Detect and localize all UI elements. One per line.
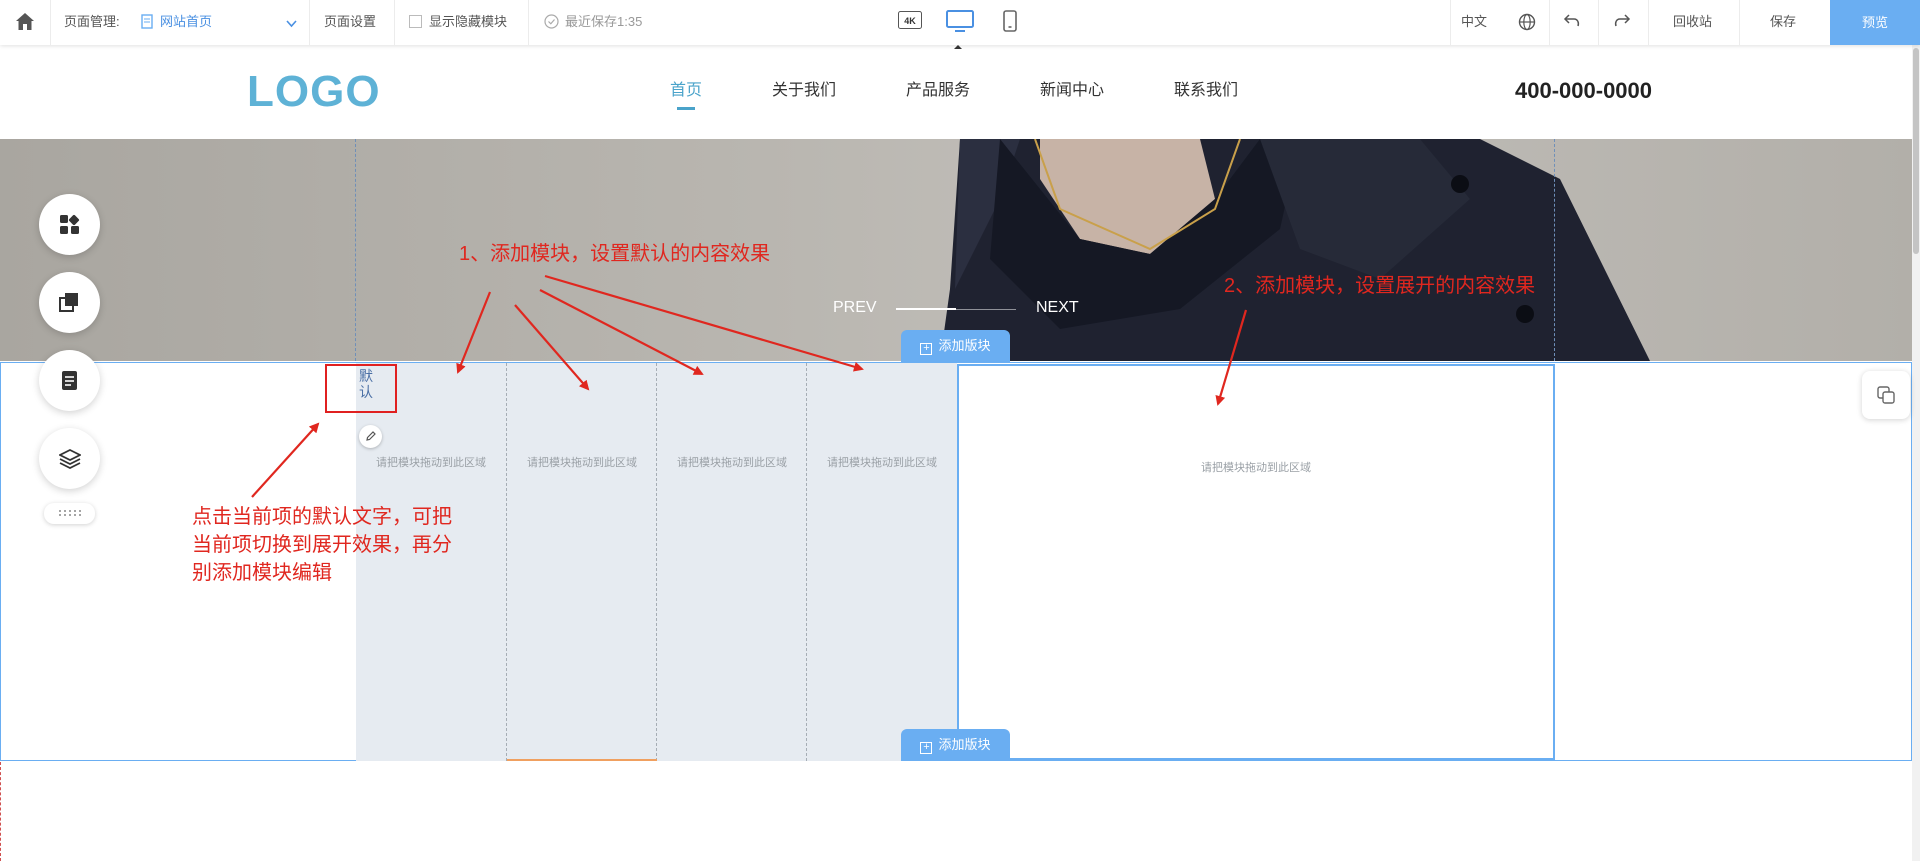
resolution-4k-button[interactable]: 4K <box>898 11 922 32</box>
undo-icon[interactable] <box>1563 13 1581 32</box>
home-icon[interactable] <box>15 12 35 34</box>
annotation-arrows <box>251 274 1248 498</box>
arrow-to-default-label <box>251 422 320 498</box>
page-settings-button[interactable]: 页面设置 <box>324 14 376 30</box>
desktop-view-icon[interactable] <box>946 10 974 35</box>
copy-button[interactable] <box>39 272 100 333</box>
arrow-to-column-4 <box>544 274 864 372</box>
redo-icon[interactable] <box>1613 13 1631 32</box>
pages-button[interactable] <box>39 350 100 411</box>
show-hidden-checkbox[interactable] <box>409 15 422 31</box>
layers-button[interactable] <box>39 428 100 489</box>
preview-button[interactable]: 预览 <box>1830 0 1920 45</box>
annotation-note-line-3: 别添加模块编辑 <box>192 562 332 584</box>
modules-button[interactable] <box>39 194 100 255</box>
page-doc-icon <box>141 14 153 32</box>
document-icon <box>62 371 77 390</box>
annotation-note-line-2: 当前项切换到展开效果，再分 <box>192 534 452 556</box>
arrow-to-column-1 <box>456 291 492 374</box>
language-button[interactable]: 中文 <box>1461 14 1487 30</box>
drag-handle[interactable] <box>44 503 95 524</box>
chevron-down-icon[interactable] <box>286 16 297 31</box>
arrow-to-expanded-area <box>1215 309 1248 406</box>
copy-section-icon <box>1877 386 1895 404</box>
svg-text:4K: 4K <box>904 16 916 26</box>
save-button[interactable]: 保存 <box>1770 14 1796 30</box>
show-hidden-label[interactable]: 显示隐藏模块 <box>429 14 507 30</box>
mobile-view-icon[interactable] <box>1003 10 1017 35</box>
editor-toolbar: 页面管理: 网站首页 页面设置 显示隐藏模块 最近保存1:35 4K 中文 回收… <box>0 0 1920 49</box>
arrow-to-column-2 <box>514 304 590 391</box>
annotation-step-2: 2、添加模块，设置展开的内容效果 <box>1224 275 1536 297</box>
annotation-step-1: 1、添加模块，设置默认的内容效果 <box>459 243 771 265</box>
current-page-select[interactable]: 网站首页 <box>160 14 212 30</box>
copy-layers-icon <box>59 293 78 312</box>
annotation-note-line-1: 点击当前项的默认文字，可把 <box>192 506 452 528</box>
recycle-bin-button[interactable]: 回收站 <box>1673 14 1712 30</box>
page-manage-label: 页面管理: <box>64 14 120 29</box>
active-device-caret <box>954 45 962 49</box>
layers-icon <box>59 448 81 469</box>
check-circle-icon <box>544 14 559 32</box>
globe-icon[interactable] <box>1518 13 1536 34</box>
last-saved-status: 最近保存1:35 <box>565 14 643 29</box>
drag-dots-icon <box>58 510 81 516</box>
grid-apps-icon <box>60 214 80 234</box>
section-tools-button[interactable] <box>1862 371 1910 419</box>
